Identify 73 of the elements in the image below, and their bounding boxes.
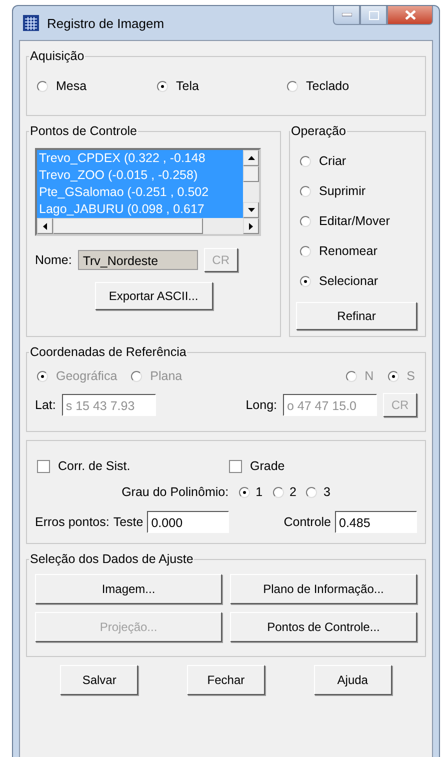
checkbox[interactable]	[37, 460, 50, 472]
dialog-button[interactable]: Salvar	[60, 665, 138, 695]
horizontal-scrollbar[interactable]	[37, 218, 259, 234]
scroll-thumb[interactable]	[53, 218, 203, 234]
radio-button[interactable]	[272, 486, 284, 498]
radio-label: Selecionar	[319, 274, 378, 288]
grid-icon	[23, 15, 39, 31]
down-arrow-icon	[248, 208, 254, 212]
field-label: Long:	[246, 398, 277, 412]
radio-button[interactable]	[306, 486, 318, 498]
checkbox-label: Grade	[250, 459, 285, 473]
dialog-button[interactable]: Pontos de Controle...	[230, 612, 417, 642]
dialog-button[interactable]: Plano de Informação...	[230, 574, 417, 604]
dialog-button[interactable]: Fechar	[186, 665, 265, 695]
field-label: Teste	[113, 515, 144, 529]
scroll-right-button[interactable]	[243, 218, 259, 234]
scroll-up-button[interactable]	[243, 150, 259, 166]
minimize-button[interactable]	[333, 6, 360, 25]
radio-button[interactable]	[157, 80, 168, 92]
radio-button[interactable]	[37, 80, 48, 92]
field-label: Grau do Polinômio:	[122, 485, 229, 499]
scroll-down-button[interactable]	[243, 202, 259, 218]
maximize-button[interactable]	[360, 6, 387, 25]
group-title: Coordenadas de Referência	[29, 345, 188, 359]
close-icon	[404, 10, 416, 20]
field-label: Controle	[284, 515, 331, 529]
dialog-button[interactable]: Imagem...	[35, 574, 222, 604]
up-arrow-icon	[248, 156, 254, 160]
window-title: Registro de Imagem	[47, 16, 164, 30]
radio-label: Editar/Mover	[319, 214, 390, 228]
control-error-field[interactable]: 0.485	[335, 511, 417, 533]
checkbox-label: Corr. de Sist.	[58, 459, 130, 473]
radio-button[interactable]	[300, 276, 311, 286]
dialog-button[interactable]: Ajuda	[314, 665, 392, 695]
minimize-icon	[342, 13, 352, 17]
name-field[interactable]: Trv_Nordeste	[78, 250, 198, 270]
field-label: Nome:	[35, 253, 72, 267]
radio-button[interactable]	[287, 80, 298, 92]
export-button[interactable]: Exportar ASCII...	[94, 282, 212, 310]
scroll-left-button[interactable]	[37, 218, 53, 234]
radio-label: 1	[256, 485, 263, 499]
radio-label: N	[364, 369, 374, 383]
radio-button[interactable]	[300, 246, 311, 256]
radio-label: Geográfica	[56, 369, 118, 383]
refine-button[interactable]: Refinar	[296, 302, 417, 330]
group-title: Seleção dos Dados de Ajuste	[29, 552, 194, 566]
radio-label: Renomear	[319, 244, 378, 258]
radio-label: 2	[290, 485, 296, 499]
group-title: Aquisição	[29, 49, 86, 63]
vertical-scrollbar[interactable]	[243, 150, 259, 218]
group-title: Pontos de Controle	[29, 124, 138, 138]
maximize-icon	[368, 10, 378, 20]
radio-button[interactable]	[300, 156, 311, 166]
checkbox[interactable]	[229, 460, 242, 472]
test-error-field[interactable]: 0.000	[147, 511, 230, 533]
radio-button[interactable]	[300, 216, 311, 226]
right-arrow-icon	[249, 222, 253, 230]
field-label: Erros pontos:	[35, 515, 110, 529]
radio-label: S	[406, 369, 415, 383]
group-title: Operação	[290, 124, 347, 138]
radio-button[interactable]	[300, 186, 311, 196]
radio-label: Teclado	[306, 79, 350, 93]
field-label: Lat:	[35, 398, 56, 412]
radio-label: Tela	[176, 79, 199, 93]
radio-label: Plana	[150, 369, 182, 383]
radio-label: Suprimir	[319, 184, 366, 198]
radio-button[interactable]	[238, 486, 250, 498]
radio-label: 3	[323, 485, 330, 499]
radio-label: Mesa	[56, 79, 87, 93]
scroll-thumb[interactable]	[243, 166, 259, 182]
radio-label: Criar	[319, 154, 346, 168]
left-arrow-icon	[43, 222, 47, 230]
close-button[interactable]	[387, 6, 433, 25]
